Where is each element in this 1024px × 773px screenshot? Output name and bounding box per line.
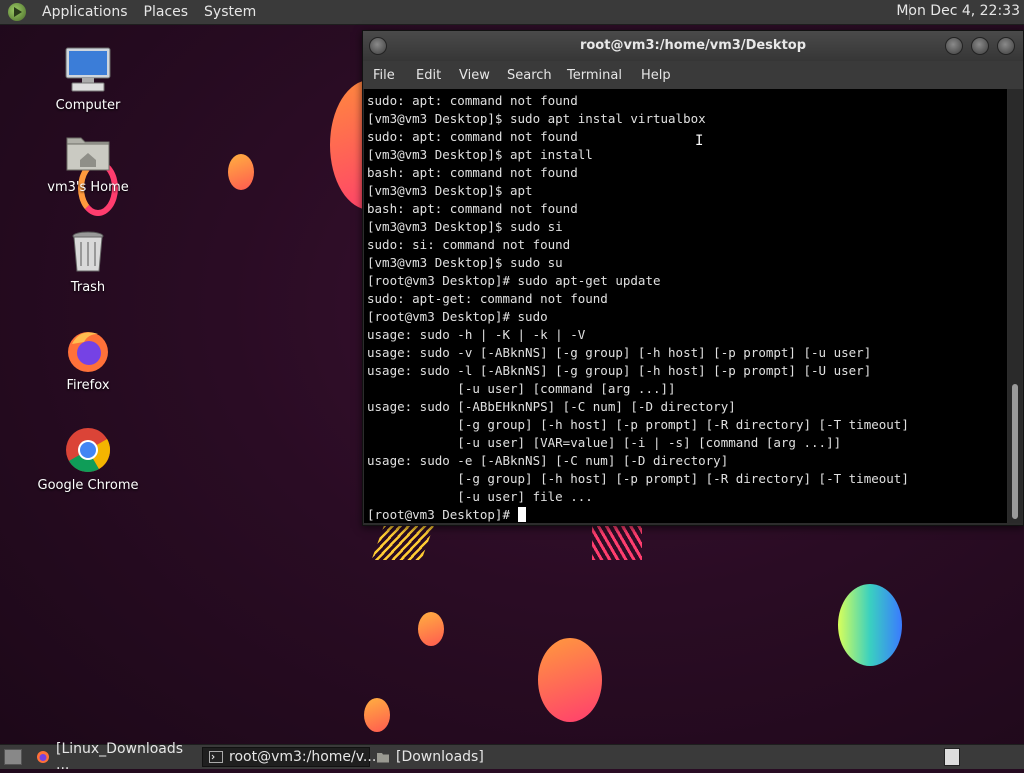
desktop-icon-label: Computer	[55, 98, 121, 113]
terminal-line: [-u user] [command [arg ...]]	[367, 381, 676, 396]
taskbar-item-terminal[interactable]: root@vm3:/home/v...	[202, 747, 376, 767]
top-panel: Applications Places System Mon Dec 4, 22…	[0, 0, 1024, 25]
menu-file[interactable]: File	[373, 68, 395, 83]
chrome-icon	[64, 426, 112, 474]
scrollbar-thumb[interactable]	[1012, 384, 1018, 519]
folder-icon	[377, 753, 389, 763]
terminal-line: usage: sudo -l [-ABknNS] [-g group] [-h …	[367, 363, 872, 378]
terminal-line: [-u user] file ...	[367, 489, 593, 504]
terminal-line: sudo: apt-get: command not found	[367, 291, 608, 306]
menu-search[interactable]: Search	[507, 68, 552, 83]
wallpaper-orange-blob	[538, 638, 602, 722]
wallpaper-orange-blob	[418, 612, 444, 646]
menu-help[interactable]: Help	[641, 68, 671, 83]
system-menu[interactable]: System	[196, 4, 264, 20]
menu-view[interactable]: View	[459, 68, 490, 83]
terminal-menubar: File Edit View Search Terminal Help	[363, 61, 1023, 89]
terminal-line: usage: sudo -e [-ABknNS] [-C num] [-D di…	[367, 453, 729, 468]
wallpaper-green-blue-blob	[838, 584, 902, 666]
terminal-line: [root@vm3 Desktop]# sudo apt-get update	[367, 273, 661, 288]
terminal-line: sudo: si: command not found	[367, 237, 571, 252]
terminal-output[interactable]: sudo: apt: command not found [vm3@vm3 Des…	[364, 89, 1007, 523]
terminal-line: usage: sudo -h | -K | -k | -V	[367, 327, 586, 342]
taskbar-item-label: [Linux_Downloads ...	[56, 741, 184, 773]
trash-icon	[64, 228, 112, 276]
firefox-icon	[37, 751, 49, 763]
terminal-line: [-g group] [-h host] [-p prompt] [-R dir…	[367, 471, 909, 486]
terminal-line: [vm3@vm3 Desktop]$ sudo su	[367, 255, 563, 270]
text-cursor-icon: I	[695, 133, 704, 149]
minimize-icon[interactable]	[945, 37, 963, 55]
taskbar-item-downloads[interactable]: [Downloads]	[370, 747, 530, 767]
desktop-icon-label: vm3's Home	[47, 180, 129, 195]
close-icon[interactable]	[997, 37, 1015, 55]
taskbar-item-label: root@vm3:/home/v...	[229, 749, 377, 765]
places-menu[interactable]: Places	[136, 4, 197, 20]
computer-icon	[64, 46, 112, 94]
desktop-icon-label: Firefox	[66, 378, 110, 393]
desktop-icon-home[interactable]: vm3's Home	[28, 128, 148, 195]
terminal-line: [-u user] [VAR=value] [-i | -s] [command…	[367, 435, 842, 450]
terminal-icon	[209, 751, 223, 763]
terminal-line: [-g group] [-h host] [-p prompt] [-R dir…	[367, 417, 909, 432]
terminal-cursor	[517, 507, 526, 522]
home-folder-icon	[64, 128, 112, 176]
terminal-line: [vm3@vm3 Desktop]$ apt install	[367, 147, 593, 162]
maximize-icon[interactable]	[971, 37, 989, 55]
terminal-prompt-line: [root@vm3 Desktop]#	[367, 506, 909, 523]
terminal-line: [root@vm3 Desktop]# sudo	[367, 309, 548, 324]
terminal-line: usage: sudo -v [-ABknNS] [-g group] [-h …	[367, 345, 872, 360]
menu-terminal[interactable]: Terminal	[567, 68, 622, 83]
wallpaper-orange-blob	[364, 698, 390, 732]
terminal-line: bash: apt: command not found	[367, 201, 578, 216]
terminal-line: [vm3@vm3 Desktop]$ sudo si	[367, 219, 563, 234]
clock[interactable]: Mon Dec 4, 22:33	[896, 3, 1020, 19]
desktop-icon-chrome[interactable]: Google Chrome	[28, 426, 148, 493]
taskbar-item-label: [Downloads]	[396, 749, 484, 765]
window-titlebar[interactable]: root@vm3:/home/vm3/Desktop	[363, 31, 1023, 61]
terminal-window[interactable]: root@vm3:/home/vm3/Desktop File Edit Vie…	[362, 30, 1024, 526]
workspace-switcher[interactable]	[944, 748, 960, 766]
wallpaper-stripes	[592, 524, 642, 560]
terminal-scrollbar[interactable]	[1008, 89, 1022, 523]
show-desktop-icon[interactable]	[4, 749, 22, 765]
terminal-prompt: [root@vm3 Desktop]#	[367, 507, 518, 522]
menu-edit[interactable]: Edit	[416, 68, 441, 83]
terminal-line: sudo: apt: command not found	[367, 129, 578, 144]
desktop-icon-label: Trash	[70, 280, 106, 295]
terminal-line: [vm3@vm3 Desktop]$ apt	[367, 183, 533, 198]
desktop-icon-label: Google Chrome	[37, 478, 139, 493]
bottom-panel: [Linux_Downloads ... root@vm3:/home/v...…	[0, 741, 1024, 773]
terminal-line: [vm3@vm3 Desktop]$ sudo apt instal virtu…	[367, 111, 706, 126]
applications-menu[interactable]: Applications	[34, 4, 136, 20]
terminal-text: sudo: apt: command not found [vm3@vm3 Des…	[367, 92, 909, 523]
terminal-line: usage: sudo [-ABbEHknNPS] [-C num] [-D d…	[367, 399, 736, 414]
desktop-icon-firefox[interactable]: Firefox	[28, 326, 148, 393]
wallpaper-stripes	[371, 524, 435, 560]
firefox-icon	[64, 326, 112, 374]
window-title: root@vm3:/home/vm3/Desktop	[579, 38, 807, 53]
terminal-line: sudo: apt: command not found	[367, 93, 578, 108]
desktop-icon-trash[interactable]: Trash	[28, 228, 148, 295]
taskbar-item-browser[interactable]: [Linux_Downloads ...	[30, 741, 200, 773]
wallpaper-orange-blob	[228, 154, 254, 190]
distro-logo-icon[interactable]	[8, 3, 26, 21]
desktop-icon-computer[interactable]: Computer	[28, 46, 148, 113]
terminal-line: bash: apt: command not found	[367, 165, 578, 180]
